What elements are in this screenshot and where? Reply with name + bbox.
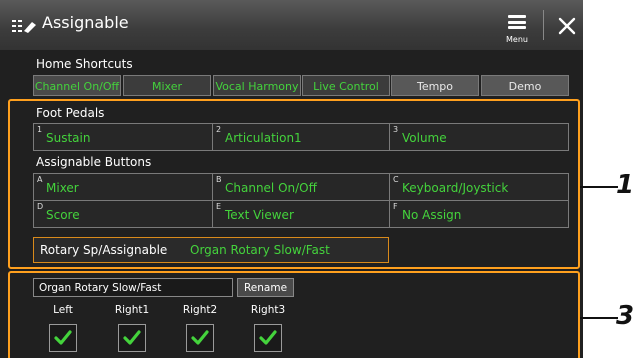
foot-pedals-label: Foot Pedals [36,106,105,120]
checkmark-icon [259,330,277,345]
checkmark-icon [191,330,209,345]
checkbox-right1[interactable] [118,324,146,352]
assignable-button-a[interactable]: A Mixer [33,173,213,201]
checkmark-icon [123,330,141,345]
assignable-button-c[interactable]: C Keyboard/Joystick [389,173,569,201]
check-label-right3: Right3 [250,304,286,316]
assignable-button-e[interactable]: E Text Viewer [212,200,390,228]
checkbox-right3[interactable] [254,324,282,352]
rename-button[interactable]: Rename [237,278,294,297]
pedal-function: Volume [402,131,447,145]
assignable-button-d[interactable]: D Score [33,200,213,228]
tab-tempo[interactable]: Tempo [391,75,479,96]
assignable-icon [12,20,36,33]
checkmark-icon [54,330,72,345]
pedal-function: Articulation1 [225,131,302,145]
foot-pedal-1[interactable]: 1 Sustain [33,123,213,151]
tab-vocal-harmony[interactable]: Vocal Harmony [213,75,301,96]
tab-live-control[interactable]: Live Control [302,75,390,96]
foot-pedal-3[interactable]: 3 Volume [389,123,569,151]
pedal-function: Sustain [46,131,91,145]
callout-3: 3 [616,301,634,331]
button-letter: E [216,202,222,211]
window-title: Assignable [42,13,129,32]
rotary-value: Organ Rotary Slow/Fast [190,243,330,257]
function-name-field[interactable]: Organ Rotary Slow/Fast [33,278,233,297]
button-letter: A [37,175,43,184]
check-label-right2: Right2 [182,304,218,316]
home-shortcuts-label: Home Shortcuts [36,57,133,71]
tab-demo[interactable]: Demo [481,75,569,96]
assignable-button-f[interactable]: F No Assign [389,200,569,228]
button-function: Text Viewer [225,208,294,222]
close-icon[interactable] [555,14,579,38]
rotary-label: Rotary Sp/Assignable [40,243,168,257]
button-function: No Assign [402,208,462,222]
checkbox-left[interactable] [49,324,77,352]
menu-button[interactable]: Menu [500,8,534,46]
rotary-sp-assignable[interactable]: Rotary Sp/Assignable Organ Rotary Slow/F… [33,237,389,263]
button-function: Channel On/Off [225,181,317,195]
button-letter: B [216,175,222,184]
check-label-right1: Right1 [114,304,150,316]
pedal-number: 2 [216,125,222,134]
pedal-number: 3 [393,125,399,134]
button-letter: F [393,202,398,211]
title-separator [543,10,544,40]
button-function: Score [46,208,80,222]
button-function: Keyboard/Joystick [402,181,509,195]
button-function: Mixer [46,181,79,195]
tab-mixer[interactable]: Mixer [123,75,211,96]
assignable-screen: Assignable Menu Home Shortcuts Channel O… [0,0,583,358]
title-bar: Assignable Menu [0,0,583,50]
assignable-button-b[interactable]: B Channel On/Off [212,173,390,201]
callout-1: 1 [616,170,634,200]
callout-leader-1 [580,186,618,188]
checkbox-right2[interactable] [186,324,214,352]
assignable-buttons-label: Assignable Buttons [36,155,152,169]
button-letter: C [393,175,399,184]
tab-channel-on-off[interactable]: Channel On/Off [33,75,121,96]
pedal-number: 1 [37,125,43,134]
callout-leader-3 [580,317,618,319]
hamburger-icon [508,15,526,29]
foot-pedal-2[interactable]: 2 Articulation1 [212,123,390,151]
button-letter: D [37,202,44,211]
check-label-left: Left [53,304,73,316]
menu-label: Menu [506,35,528,44]
